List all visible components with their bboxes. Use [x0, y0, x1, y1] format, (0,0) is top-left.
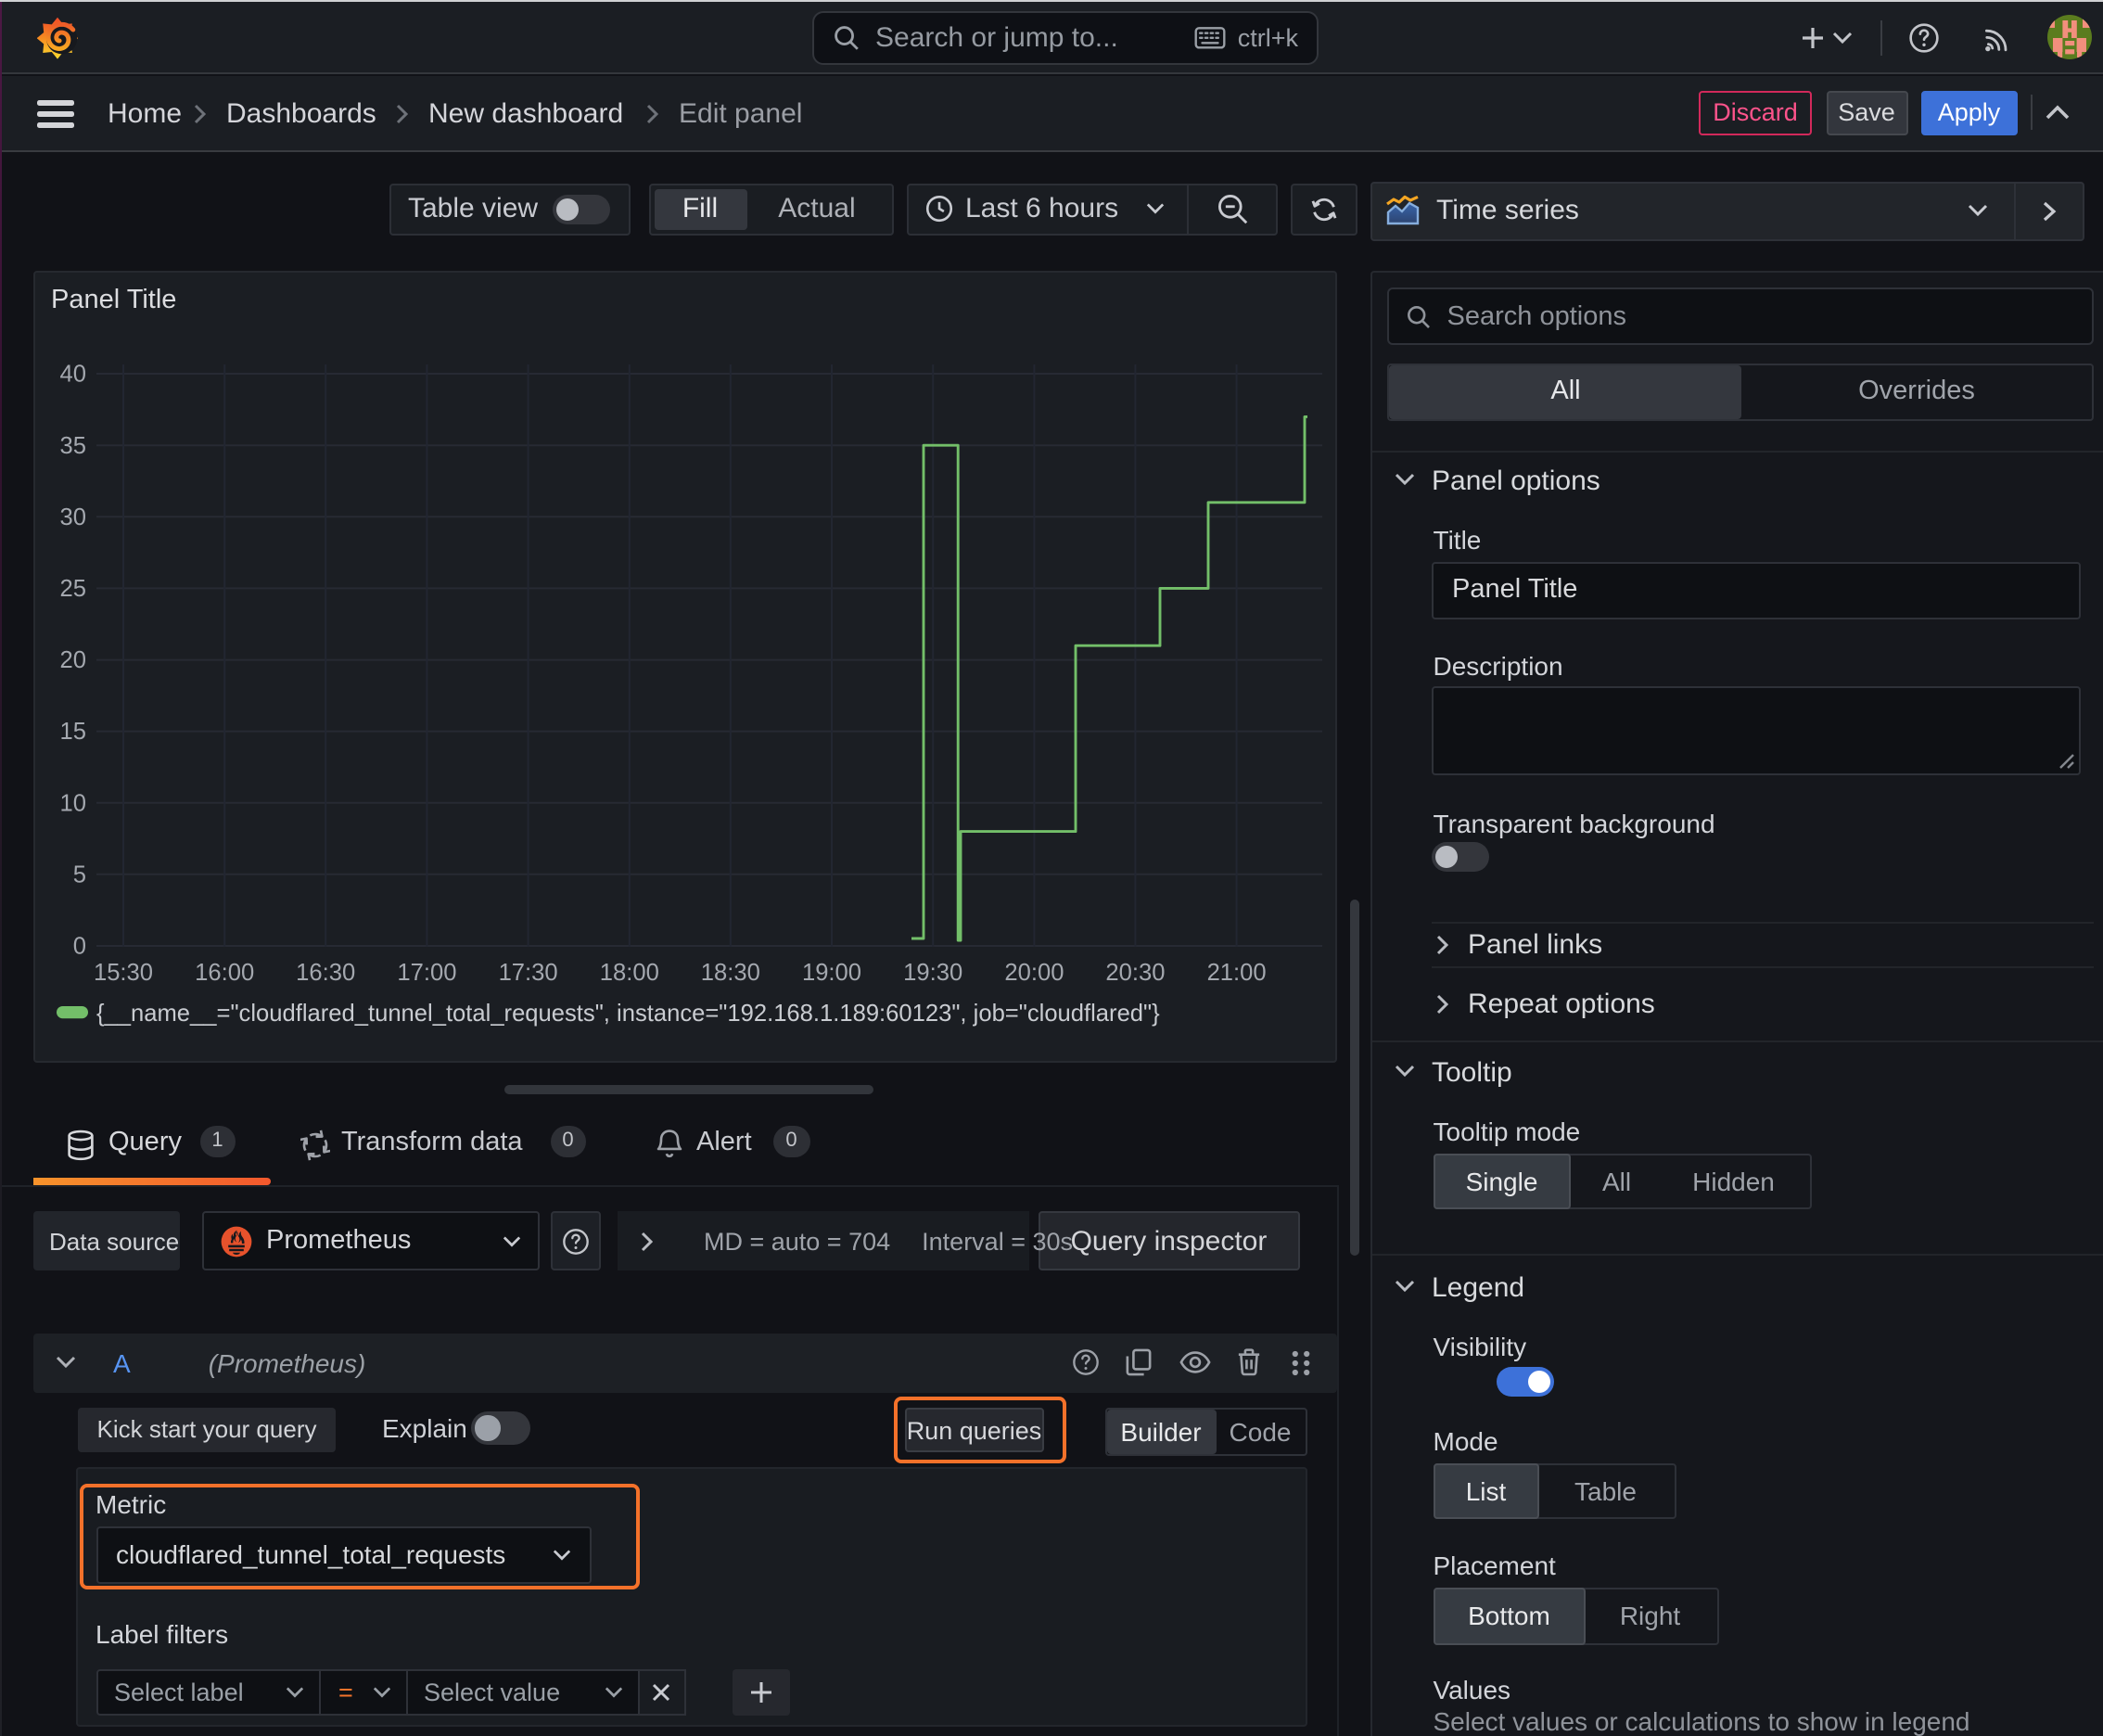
svg-text:20:30: 20:30 [1105, 959, 1165, 985]
svg-text:19:00: 19:00 [802, 959, 861, 985]
svg-text:15:30: 15:30 [94, 959, 153, 985]
svg-text:20:00: 20:00 [1004, 959, 1064, 985]
svg-text:19:30: 19:30 [903, 959, 962, 985]
svg-text:18:00: 18:00 [600, 959, 659, 985]
svg-text:16:30: 16:30 [296, 959, 355, 985]
svg-text:15: 15 [60, 718, 86, 744]
svg-text:20: 20 [60, 646, 86, 672]
svg-text:25: 25 [60, 575, 86, 601]
svg-text:17:00: 17:00 [397, 959, 456, 985]
svg-text:10: 10 [60, 789, 86, 815]
svg-text:18:30: 18:30 [701, 959, 760, 985]
svg-text:35: 35 [60, 432, 86, 458]
svg-text:40: 40 [60, 361, 86, 387]
svg-text:{__name__="cloudflared_tunnel_: {__name__="cloudflared_tunnel_total_requ… [96, 1000, 1160, 1026]
svg-text:0: 0 [73, 933, 86, 959]
svg-text:17:30: 17:30 [499, 959, 558, 985]
svg-text:5: 5 [73, 861, 86, 887]
svg-text:30: 30 [60, 504, 86, 530]
svg-text:16:00: 16:00 [195, 959, 254, 985]
svg-text:21:00: 21:00 [1207, 959, 1267, 985]
